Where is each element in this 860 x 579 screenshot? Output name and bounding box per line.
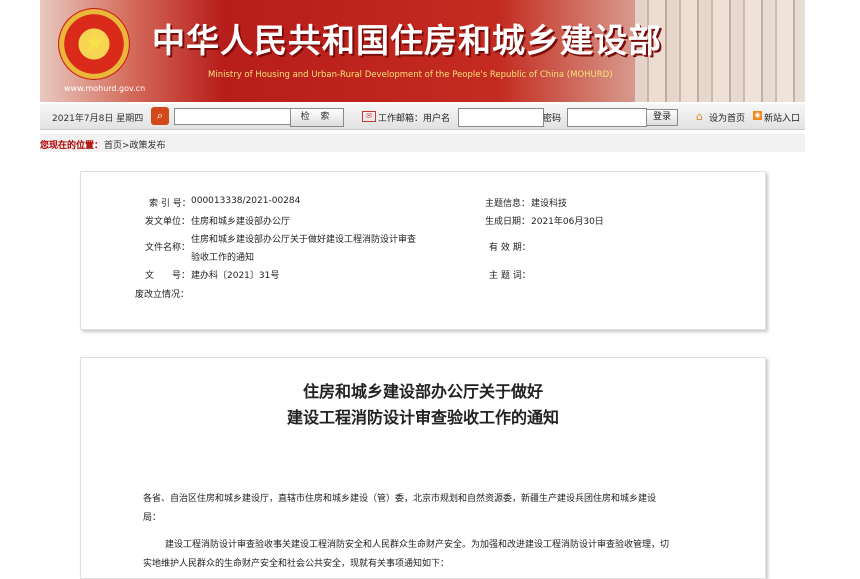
- mail-username-label: 工作邮箱：用户名: [378, 114, 451, 124]
- top-toolbar: 2021年7月8日 星期四 ⌕ 检 索 ✉ 工作邮箱：用户名 密码 登录 ⌂ 设…: [40, 104, 805, 130]
- keywords-label: 主 题 词：: [489, 271, 531, 281]
- doc-para2-line2: 实地维护人民群众的生命财产安全和社会公共安全，现就有关事项通知如下：: [143, 559, 450, 569]
- new-site-link[interactable]: 新站入口: [764, 111, 800, 124]
- site-title-cn: 中华人民共和国住房和城乡建设部: [152, 21, 662, 60]
- mail-icon: ✉: [362, 111, 376, 122]
- doc-title-line1: 住房和城乡建设部办公厅关于做好: [302, 382, 543, 401]
- date-label: 生成日期：: [485, 217, 531, 227]
- index-no-label: 索 引 号：: [149, 199, 191, 209]
- doc-para1-line2: 局：: [143, 513, 162, 523]
- search-input[interactable]: [174, 108, 292, 125]
- doc-no-label: 文 号：: [145, 271, 191, 281]
- date-value: 2021年06月30日: [531, 217, 604, 227]
- rss-icon[interactable]: ◉: [753, 111, 762, 120]
- document-metadata: 索 引 号： 000013338/2021-00284 发文单位： 住房和城乡建…: [80, 171, 766, 330]
- breadcrumb-path[interactable]: 首页>政策发布: [104, 138, 166, 151]
- header-banner: ★ www.mohurd.gov.cn 中华人民共和国住房和城乡建设部 Mini…: [40, 0, 805, 102]
- filename-value-line1: 住房和城乡建设部办公厅关于做好建设工程消防设计审查: [191, 235, 417, 245]
- doc-title-line2: 建设工程消防设计审查验收工作的通知: [286, 408, 559, 427]
- doc-no-value: 建办科〔2021〕31号: [191, 271, 280, 281]
- filename-label: 文件名称：: [145, 243, 191, 253]
- username-input[interactable]: [458, 108, 544, 127]
- site-url: www.mohurd.gov.cn: [64, 84, 146, 93]
- current-date: 2021年7月8日 星期四: [52, 114, 144, 124]
- document-body: 住房和城乡建设部办公厅关于做好 建设工程消防设计审查验收工作的通知 各省、自治区…: [80, 357, 766, 579]
- search-icon[interactable]: ⌕: [151, 107, 169, 125]
- issuer-label: 发文单位：: [145, 217, 191, 227]
- search-button[interactable]: 检 索: [290, 108, 344, 127]
- breadcrumb: 您现在的位置： 首页>政策发布: [40, 134, 805, 152]
- breadcrumb-label: 您现在的位置：: [40, 141, 104, 151]
- password-label: 密码: [543, 114, 562, 124]
- set-home-link[interactable]: 设为首页: [709, 111, 745, 124]
- password-input[interactable]: [567, 108, 647, 127]
- doc-para2-line1: 建设工程消防设计审查验收事关建设工程消防安全和人民群众生命财产安全。为加强和改进…: [165, 540, 670, 550]
- issuer-value: 住房和城乡建设部办公厅: [191, 217, 291, 227]
- login-button[interactable]: 登录: [646, 109, 678, 126]
- status-label: 废改立情况：: [135, 290, 190, 300]
- home-icon[interactable]: ⌂: [696, 110, 703, 123]
- index-no-value: 000013338/2021-00284: [191, 196, 301, 206]
- filename-value-line2: 验收工作的通知: [191, 253, 255, 263]
- topic-label: 主题信息：: [485, 199, 531, 209]
- site-title-en: Ministry of Housing and Urban-Rural Deve…: [208, 70, 613, 80]
- validity-label: 有 效 期：: [489, 243, 531, 253]
- doc-para1-line1: 各省、自治区住房和城乡建设厅，直辖市住房和城乡建设（管）委，北京市规划和自然资源…: [143, 494, 657, 504]
- topic-value: 建设科技: [531, 199, 568, 209]
- national-emblem-icon: ★: [58, 8, 130, 80]
- emblem-star: ★: [82, 28, 106, 58]
